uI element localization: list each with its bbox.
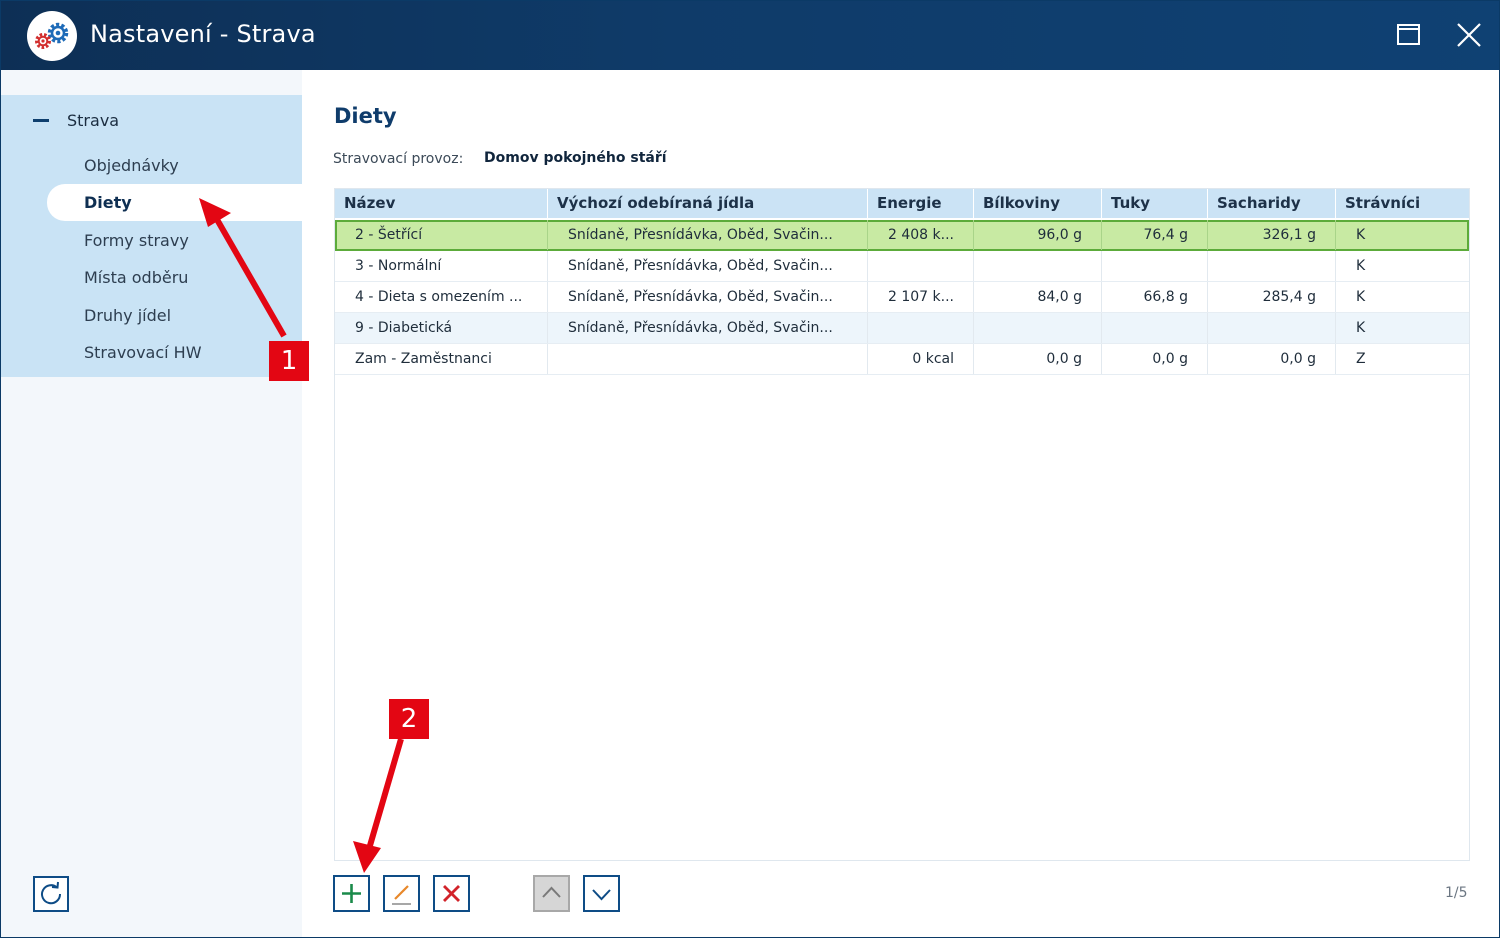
cell-energie: 2 408 k... bbox=[868, 220, 974, 250]
cell-vychozi-jidla: Snídaně, Přesnídávka, Oběd, Svačin... bbox=[548, 282, 868, 312]
sidebar-item-objednavky[interactable]: Objednávky bbox=[47, 147, 302, 184]
tree-node-label: Strava bbox=[67, 111, 120, 130]
settings-gears-icon bbox=[27, 11, 77, 61]
cell-nazev: 4 - Dieta s omezením ... bbox=[335, 282, 548, 312]
cell-stravnici: K bbox=[1356, 227, 1366, 243]
pencil-icon bbox=[392, 885, 411, 905]
cell-vychozi-jidla: Snídaně, Přesnídávka, Oběd, Svačin... bbox=[548, 313, 868, 343]
provider-label: Stravovací provoz: bbox=[333, 151, 464, 167]
cell-tuky: 0,0 g bbox=[1102, 344, 1208, 374]
cell-nazev: 2 - Šetřící bbox=[335, 220, 548, 250]
cell-bilkoviny: 84,0 g bbox=[974, 282, 1102, 312]
column-header-tuky[interactable]: Tuky bbox=[1102, 189, 1208, 218]
sidebar-item-formy-stravy[interactable]: Formy stravy bbox=[47, 222, 302, 259]
main-panel: Diety Stravovací provoz: Domov pokojného… bbox=[302, 70, 1499, 937]
move-down-button[interactable] bbox=[583, 875, 620, 912]
cell-sacharidy: 285,4 g bbox=[1208, 282, 1336, 312]
cell-tuky bbox=[1102, 251, 1208, 281]
sidebar-item-label: Místa odběru bbox=[84, 268, 189, 287]
cell-energie bbox=[868, 251, 974, 281]
page-title: Diety bbox=[334, 104, 397, 128]
cell-sacharidy: 0,0 g bbox=[1208, 344, 1336, 374]
diets-table: Název Výchozí odebíraná jídla Energie Bí… bbox=[334, 188, 1470, 861]
sidebar-item-mista-odberu[interactable]: Místa odběru bbox=[47, 259, 302, 296]
table-row[interactable]: 4 - Dieta s omezením ... Snídaně, Přesní… bbox=[335, 282, 1469, 313]
cell-sacharidy bbox=[1208, 251, 1336, 281]
cell-sacharidy bbox=[1208, 313, 1336, 343]
title-bar: Nastavení - Strava bbox=[1, 1, 1499, 70]
cell-energie: 2 107 k... bbox=[868, 282, 974, 312]
cell-stravnici: K bbox=[1356, 258, 1366, 274]
cell-energie: 0 kcal bbox=[868, 344, 974, 374]
chevron-up-icon bbox=[542, 886, 561, 898]
cell-bilkoviny: 96,0 g bbox=[974, 220, 1102, 250]
cell-sacharidy: 326,1 g bbox=[1208, 220, 1336, 250]
table-row[interactable]: 9 - Diabetická Snídaně, Přesnídávka, Obě… bbox=[335, 313, 1469, 344]
table-header: Název Výchozí odebíraná jídla Energie Bí… bbox=[335, 189, 1469, 218]
annotation-badge-2: 2 bbox=[389, 699, 429, 739]
close-icon bbox=[1457, 23, 1481, 47]
column-header-bilkoviny[interactable]: Bílkoviny bbox=[974, 189, 1102, 218]
cell-nazev: 3 - Normální bbox=[335, 251, 548, 281]
column-header-stravnici[interactable]: Strávníci bbox=[1336, 189, 1469, 218]
sidebar-item-diety[interactable]: Diety bbox=[47, 184, 302, 221]
cell-vychozi-jidla: Snídaně, Přesnídávka, Oběd, Svačin... bbox=[548, 220, 868, 250]
column-header-energie[interactable]: Energie bbox=[868, 189, 974, 218]
cell-tuky: 66,8 g bbox=[1102, 282, 1208, 312]
sidebar-item-druhy-jidel[interactable]: Druhy jídel bbox=[47, 297, 302, 334]
sidebar-item-label: Stravovací HW bbox=[84, 343, 202, 362]
chevron-down-icon bbox=[592, 889, 611, 901]
window-title: Nastavení - Strava bbox=[90, 20, 316, 48]
cell-bilkoviny bbox=[974, 313, 1102, 343]
cell-vychozi-jidla: Snídaně, Přesnídávka, Oběd, Svačin... bbox=[548, 251, 868, 281]
cell-energie bbox=[868, 313, 974, 343]
sidebar: Strava Objednávky Diety Formy stravy Mís… bbox=[1, 70, 302, 937]
cell-nazev: Zam - Zaměstnanci bbox=[335, 344, 548, 374]
column-header-vychozi-jidla[interactable]: Výchozí odebíraná jídla bbox=[548, 189, 868, 218]
x-icon bbox=[443, 885, 460, 902]
cell-bilkoviny: 0,0 g bbox=[974, 344, 1102, 374]
provider-value: Domov pokojného stáří bbox=[484, 150, 667, 166]
cell-tuky: 76,4 g bbox=[1102, 220, 1208, 250]
minus-icon[interactable] bbox=[33, 119, 49, 122]
cell-tuky bbox=[1102, 313, 1208, 343]
column-header-nazev[interactable]: Název bbox=[335, 189, 548, 218]
settings-window: Nastavení - Strava Strava Objednávky Die… bbox=[0, 0, 1500, 938]
column-header-sacharidy[interactable]: Sacharidy bbox=[1208, 189, 1336, 218]
sidebar-item-label: Objednávky bbox=[84, 156, 179, 175]
plus-icon bbox=[342, 884, 361, 903]
tree-node-strava[interactable]: Strava bbox=[1, 95, 302, 145]
table-row[interactable]: Zam - Zaměstnanci 0 kcal 0,0 g 0,0 g 0,0… bbox=[335, 344, 1469, 375]
cell-stravnici: K bbox=[1356, 289, 1366, 305]
refresh-button[interactable] bbox=[33, 876, 69, 912]
sidebar-item-label: Formy stravy bbox=[84, 231, 189, 250]
table-row[interactable]: 2 - Šetřící Snídaně, Přesnídávka, Oběd, … bbox=[335, 220, 1469, 251]
cell-bilkoviny bbox=[974, 251, 1102, 281]
sidebar-item-label: Druhy jídel bbox=[84, 306, 172, 325]
cell-stravnici: K bbox=[1356, 320, 1366, 336]
cell-nazev: 9 - Diabetická bbox=[335, 313, 548, 343]
move-up-button[interactable] bbox=[533, 875, 570, 912]
pager-indicator: 1/5 bbox=[1445, 885, 1468, 901]
cell-vychozi-jidla bbox=[548, 344, 868, 374]
cell-stravnici: Z bbox=[1356, 351, 1366, 367]
settings-tree: Strava Objednávky Diety Formy stravy Mís… bbox=[1, 95, 302, 377]
sidebar-item-label: Diety bbox=[84, 193, 132, 212]
table-row[interactable]: 3 - Normální Snídaně, Přesnídávka, Oběd,… bbox=[335, 251, 1469, 282]
annotation-badge-1: 1 bbox=[269, 341, 309, 381]
add-button[interactable] bbox=[333, 875, 370, 912]
maximize-button[interactable] bbox=[1391, 17, 1427, 53]
sidebar-item-stravovaci-hw[interactable]: Stravovací HW bbox=[47, 334, 302, 371]
edit-button[interactable] bbox=[383, 875, 420, 912]
refresh-icon bbox=[41, 881, 62, 905]
maximize-icon bbox=[1397, 24, 1420, 45]
delete-button[interactable] bbox=[433, 875, 470, 912]
close-button[interactable] bbox=[1451, 17, 1487, 53]
